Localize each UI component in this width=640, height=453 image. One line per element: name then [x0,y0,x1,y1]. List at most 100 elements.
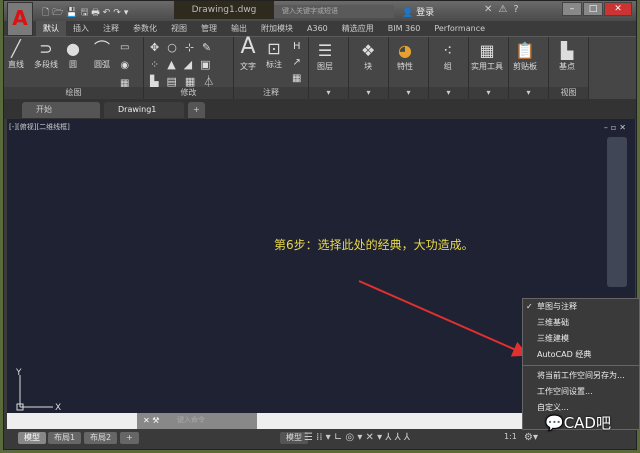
calculator-icon: ▦ [479,41,495,60]
maximize-button[interactable]: □ [583,2,603,16]
block-label: 块 [364,62,373,71]
command-input[interactable]: 键入命令 [177,415,205,425]
tab-annotate[interactable]: 注释 [96,21,126,36]
draw-panel-label[interactable]: 绘图 [4,87,143,99]
base-point-tool[interactable]: ▙ 基点 [559,41,575,72]
block-panel[interactable]: ❖ 块 ▾ [349,37,389,99]
layout-tab-layout1[interactable]: 布局1 [48,432,82,444]
menu-item-3d-modeling[interactable]: 三维建模 [523,331,639,347]
tab-view[interactable]: 视图 [164,21,194,36]
layout-tab-layout2[interactable]: 布局2 [84,432,118,444]
annotation-panel-label[interactable]: 注释 [234,87,308,99]
circle-label: 圆 [68,60,77,69]
ucs-icon: Y X [15,368,61,412]
watermark-text: CAD吧 [563,414,611,432]
text-tool[interactable]: A 文字 [240,34,256,72]
ribbon: ╱ 直线 ⊃ 多段线 ● 圆 ⌒ 圆弧 ▭ ◉ ▦ 绘图 ✥○⊹✎ ⁘▲◢▣ ▙▤▦⏃ 修改 A… [4,36,636,99]
clipboard-panel[interactable]: 📋 剪贴板 ▾ [509,37,549,99]
polyline-icon: ⊃ [39,39,53,58]
quick-access-toolbar[interactable]: 🗋🗁💾🖫🖶↶↷▾ [42,5,131,21]
annotation-scale[interactable]: 1:1 [504,432,517,441]
draw-small-tools[interactable]: ▭ ◉ ▦ [120,39,129,93]
menu-item-autocad-classic[interactable]: AutoCAD 经典 [523,347,639,363]
menu-item-drafting[interactable]: ✓ 草图与注释 [523,299,639,315]
watermark: 💬CAD吧 [545,412,611,433]
tab-performance[interactable]: Performance [427,21,492,36]
arc-tool[interactable]: ⌒ 圆弧 [94,39,110,70]
login-label: 登录 [416,8,435,18]
file-tab-start[interactable]: 开始 [22,102,100,118]
groups-panel[interactable]: ⁖ 组 ▾ [429,37,469,99]
application-menu-button[interactable]: A [7,2,33,36]
tab-parametric[interactable]: 参数化 [126,21,164,36]
close-button[interactable]: ✕ [604,2,632,16]
arc-icon: ⌒ [94,39,111,58]
workspace-menu: ✓ 草图与注释 三维基础 三维建模 AutoCAD 经典 将当前工作空间另存为..… [522,298,640,430]
view-panel: ▙ 基点视图 [549,37,589,99]
polyline-label: 多段线 [34,60,58,69]
status-toggles[interactable]: ☰ ⁞⁞ ▾ ∟ ◎ ▾ ✕ ▾ ⅄ ⅄ ⅄ [304,432,410,443]
layout-tab-model[interactable]: 模型 [18,432,46,444]
modify-panel: ✥○⊹✎ ⁘▲◢▣ ▙▤▦⏃ 修改 [144,37,234,99]
tab-bim360[interactable]: BIM 360 [381,21,428,36]
polyline-tool[interactable]: ⊃ 多段线 [34,39,58,70]
tab-a360[interactable]: A360 [300,21,335,36]
user-icon: 👤 [402,8,414,18]
annotation-small-tools[interactable]: H ↗ ▦ [292,39,301,87]
utilities-label: 实用工具 [471,62,503,71]
check-icon: ✓ [526,302,533,311]
view-panel-label[interactable]: 视图 [549,87,588,99]
file-tabs: 开始 Drawing1 + [4,99,636,119]
properties-panel[interactable]: ◕ 特性 ▾ [389,37,429,99]
dimension-label: 标注 [266,60,282,69]
tab-featured-apps[interactable]: 精选应用 [335,21,381,36]
text-icon: A [240,34,256,59]
ucs-y-label: Y [15,368,22,378]
menu-item-3d-basics[interactable]: 三维基础 [523,315,639,331]
clipboard-icon: 📋 [515,41,535,60]
title-bar: 🗋🗁💾🖫🖶↶↷▾ Drawing1.dwg 键入关键字或短语 👤 登录 ✕⚠? … [4,1,636,21]
tab-default[interactable]: 默认 [36,21,66,36]
tab-manage[interactable]: 管理 [194,21,224,36]
tab-insert[interactable]: 插入 [66,21,96,36]
annotation-panel: A 文字 ⊡ 标注 H ↗ ▦ 注释 [234,34,309,99]
wechat-icon: 💬 [545,414,564,432]
group-icon: ⁖ [443,41,453,60]
file-tab-drawing1[interactable]: Drawing1 [104,102,184,118]
menu-item-save-workspace-as[interactable]: 将当前工作空间另存为... [523,368,639,384]
clipboard-label: 剪贴板 [513,62,537,71]
dimension-icon: ⊡ [267,39,281,58]
draw-panel: ╱ 直线 ⊃ 多段线 ● 圆 ⌒ 圆弧 ▭ ◉ ▦ 绘图 [4,37,144,99]
line-label: 直线 [8,60,24,69]
line-tool[interactable]: ╱ 直线 [8,39,24,70]
modify-tools[interactable]: ✥○⊹✎ ⁘▲◢▣ ▙▤▦⏃ [150,39,222,90]
utilities-panel[interactable]: ▦ 实用工具 ▾ [469,37,509,99]
menu-item-workspace-settings[interactable]: 工作空间设置... [523,384,639,400]
block-icon: ❖ [361,41,376,60]
status-bar: 模型 布局1 布局2 + 模型 ☰ ⁞⁞ ▾ ∟ ◎ ▾ ✕ ▾ ⅄ ⅄ ⅄ 1… [4,429,636,449]
document-title: Drawing1.dwg [174,1,274,19]
minimize-button[interactable]: – [562,2,582,16]
layers-icon: ☰ [317,41,333,60]
help-icons[interactable]: ✕⚠? [484,4,525,15]
text-label: 文字 [240,62,256,71]
ucs-x-label: X [55,403,61,412]
groups-label: 组 [443,62,452,71]
circle-tool[interactable]: ● 圆 [66,39,80,70]
tab-addins[interactable]: 附加模块 [254,21,300,36]
base-point-icon: ▙ [560,41,574,60]
modify-panel-label[interactable]: 修改 [144,87,233,99]
login-button[interactable]: 👤 登录 [402,5,434,18]
circle-icon: ● [66,39,80,58]
search-input[interactable]: 键入关键字或短语 [274,5,394,18]
layers-label: 图层 [317,62,333,71]
menu-separator [523,365,639,366]
new-tab-button[interactable]: + [188,102,205,118]
workspace-gear-icon[interactable]: ⚙▾ [524,432,538,443]
color-wheel-icon: ◕ [398,41,412,60]
add-layout-button[interactable]: + [120,432,139,444]
dimension-tool[interactable]: ⊡ 标注 [266,39,282,70]
layers-panel[interactable]: ☰ 图层 ▾ [309,37,349,99]
base-point-label: 基点 [559,62,575,71]
ribbon-tabs: 默认 插入 注释 参数化 视图 管理 输出 附加模块 A360 精选应用 BIM… [36,21,492,36]
